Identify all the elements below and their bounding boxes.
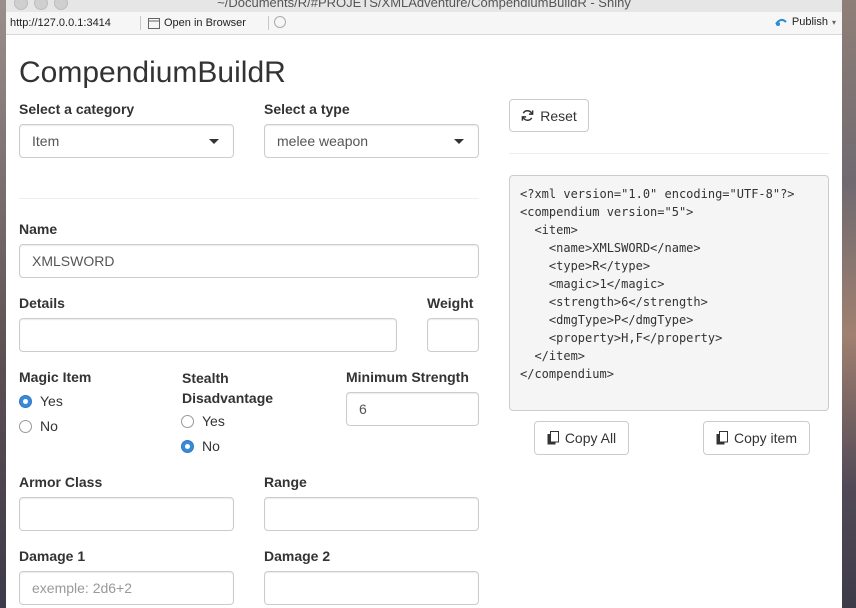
stealth-no-label: No xyxy=(202,438,220,454)
weight-label: Weight xyxy=(427,295,474,311)
damage1-label: Damage 1 xyxy=(19,548,86,564)
type-select-value: melee weapon xyxy=(277,133,369,149)
name-input[interactable]: XMLSWORD xyxy=(19,244,479,278)
xml-line: <compendium version="5"> xyxy=(520,205,694,219)
xml-line: </compendium> xyxy=(520,367,614,381)
xml-line: <strength>6</strength> xyxy=(520,295,708,309)
name-input-value: XMLSWORD xyxy=(32,253,115,269)
reset-label: Reset xyxy=(540,107,577,124)
xml-line: <name>XMLSWORD</name> xyxy=(520,241,701,255)
desktop-backdrop-right xyxy=(842,0,856,608)
publish-button[interactable]: Publish ▾ xyxy=(774,16,836,28)
details-label: Details xyxy=(19,295,65,311)
damage1-placeholder: exemple: 2d6+2 xyxy=(32,580,133,596)
copy-icon xyxy=(547,431,559,445)
open-in-browser-button[interactable]: Open in Browser xyxy=(148,15,246,31)
url-text: http://127.0.0.1:3414 xyxy=(10,17,111,29)
type-label: Select a type xyxy=(264,101,350,117)
category-select-value: Item xyxy=(32,133,60,149)
xml-line: <item> xyxy=(520,223,578,237)
copy-all-button[interactable]: Copy All xyxy=(534,421,629,455)
stealth-yes-label: Yes xyxy=(202,413,225,429)
browser-window-icon xyxy=(148,17,160,29)
details-input[interactable] xyxy=(19,318,397,352)
radio-unchecked-icon[interactable] xyxy=(19,419,32,433)
reset-button[interactable]: Reset xyxy=(509,99,589,132)
damage2-label: Damage 2 xyxy=(264,548,331,564)
type-select[interactable]: melee weapon xyxy=(264,124,479,158)
radio-checked-icon[interactable] xyxy=(181,439,194,453)
damage2-input[interactable] xyxy=(264,571,479,605)
xml-output[interactable]: <?xml version="1.0" encoding="UTF-8"?> <… xyxy=(509,175,829,411)
magic-item-label: Magic Item xyxy=(19,369,92,385)
magic-item-yes-label: Yes xyxy=(40,393,63,409)
publish-label: Publish xyxy=(791,16,828,28)
category-label: Select a category xyxy=(19,101,135,117)
toolbar-separator xyxy=(140,16,141,30)
caret-down-icon xyxy=(454,139,464,144)
xml-line: <property>H,F</property> xyxy=(520,331,723,345)
minimum-strength-input[interactable]: 6 xyxy=(346,392,479,426)
radio-checked-icon[interactable] xyxy=(19,394,32,408)
xml-line: <magic>1</magic> xyxy=(520,277,665,291)
armor-class-label: Armor Class xyxy=(19,474,103,490)
page-title: CompendiumBuildR xyxy=(19,56,286,89)
damage1-input[interactable]: exemple: 2d6+2 xyxy=(19,571,234,605)
copy-item-label: Copy item xyxy=(733,430,798,446)
magic-item-no-option[interactable]: No xyxy=(19,418,58,434)
weight-input[interactable] xyxy=(427,318,479,352)
copy-all-label: Copy All xyxy=(564,430,617,446)
divider xyxy=(19,198,479,199)
magic-item-yes-option[interactable]: Yes xyxy=(19,393,63,409)
window-title: ~/Documents/R/#PROJETS/XMLAdventure/Comp… xyxy=(217,0,631,10)
chevron-down-icon: ▾ xyxy=(831,17,836,27)
caret-down-icon xyxy=(209,139,219,144)
publish-icon xyxy=(775,18,787,26)
minimum-strength-label: Minimum Strength xyxy=(346,369,469,385)
radio-unchecked-icon[interactable] xyxy=(181,414,194,428)
divider xyxy=(509,153,829,154)
open-in-browser-label: Open in Browser xyxy=(164,17,246,29)
copy-item-button[interactable]: Copy item xyxy=(703,421,810,455)
xml-line: <?xml version="1.0" encoding="UTF-8"?> xyxy=(520,187,795,201)
armor-class-input[interactable] xyxy=(19,497,234,531)
refresh-icon[interactable] xyxy=(274,16,286,28)
magic-item-no-label: No xyxy=(40,418,58,434)
toolbar-separator xyxy=(268,16,269,30)
copy-icon xyxy=(716,431,728,445)
xml-line: <type>R</type> xyxy=(520,259,651,273)
xml-line: <dmgType>P</dmgType> xyxy=(520,313,694,327)
name-label: Name xyxy=(19,221,58,237)
refresh-icon xyxy=(521,110,534,121)
stealth-yes-option[interactable]: Yes xyxy=(181,413,225,429)
xml-line: </item> xyxy=(520,349,586,363)
app-window: ~/Documents/R/#PROJETS/XMLAdventure/Comp… xyxy=(6,0,842,608)
minimum-strength-value: 6 xyxy=(359,401,367,417)
range-input[interactable] xyxy=(264,497,479,531)
stealth-disadvantage-label: Stealth Disadvantage xyxy=(182,370,274,406)
stealth-no-option[interactable]: No xyxy=(181,438,220,454)
category-select[interactable]: Item xyxy=(19,124,234,158)
range-label: Range xyxy=(264,474,307,490)
viewer-toolbar: http://127.0.0.1:3414 Open in Browser Pu… xyxy=(6,12,842,35)
window-titlebar: ~/Documents/R/#PROJETS/XMLAdventure/Comp… xyxy=(6,0,842,12)
